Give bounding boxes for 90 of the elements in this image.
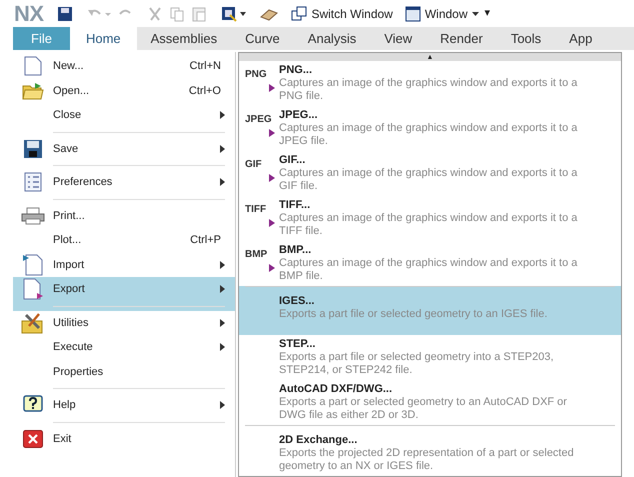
submenu-arrow-icon <box>220 285 225 294</box>
windows-icon <box>291 6 308 22</box>
option-description: Captures an image of the graphics window and exports it to a TIFF file. <box>279 212 578 238</box>
export-option[interactable]: GIF GIF... Captures an image of the graphics window and exports it to a GIF file. <box>239 151 621 196</box>
option-description: Exports the projected 2D representation of a part or selected geometry to an NX or IGES file. <box>279 447 575 473</box>
toolbox-icon <box>21 312 45 334</box>
option-description: Exports a part file or selected geometry to an IGES file. <box>279 308 548 321</box>
option-title: STEP... <box>279 338 316 351</box>
file-menu-item[interactable]: Save <box>13 136 235 170</box>
play-icon <box>269 219 275 227</box>
file-menu-item[interactable]: Utilities <box>13 310 235 335</box>
file-menu-item[interactable]: New... Ctrl+N <box>13 54 235 78</box>
export-option[interactable]: TIFF TIFF... Captures an image of the graphics window and exports it to a TIFF file. <box>239 196 621 241</box>
ribbon-tab[interactable]: Curve <box>231 27 294 50</box>
screen-capture-icon[interactable] <box>221 6 248 22</box>
switch-window-button[interactable]: Switch Window <box>291 4 393 22</box>
ribbon-tab[interactable]: View <box>370 27 426 50</box>
export-option[interactable]: STEP... Exports a part file or selected geometry into a STEP203, STEP214, or STEP242 file. <box>239 335 621 380</box>
format-label: BMP <box>245 250 268 260</box>
page-import-icon <box>23 254 43 276</box>
option-description: Captures an image of the graphics window and exports it to a PNG file. <box>279 77 578 103</box>
play-icon <box>269 264 275 272</box>
submenu-arrow-icon <box>220 343 225 352</box>
file-menu-item[interactable]: Open... Ctrl+O <box>13 78 235 103</box>
folder-icon <box>22 82 44 100</box>
save-icon[interactable] <box>57 6 74 22</box>
file-menu-item[interactable]: Properties <box>13 360 235 393</box>
submenu-arrow-icon <box>220 111 225 120</box>
option-description: Captures an image of the graphics window and exports it to a BMP file. <box>279 257 578 283</box>
option-title: AutoCAD DXF/DWG... <box>279 383 394 396</box>
toolbar-overflow[interactable]: ▾ <box>484 5 491 22</box>
option-title: GIF... <box>279 154 306 167</box>
paste-icon[interactable] <box>191 6 208 22</box>
play-icon <box>269 174 275 182</box>
format-label: TIFF <box>245 205 266 215</box>
copy-icon[interactable] <box>169 6 186 22</box>
window-menu-button[interactable]: Window <box>404 4 479 22</box>
file-menu-item[interactable]: Close <box>13 103 235 136</box>
file-menu-item[interactable]: Export <box>13 277 235 310</box>
cut-icon[interactable] <box>147 6 164 22</box>
submenu-arrow-icon <box>220 178 225 186</box>
format-label: GIF <box>245 160 262 170</box>
exit-icon <box>23 430 43 448</box>
format-label: JPEG <box>245 115 272 125</box>
export-option[interactable]: 2D Exchange... Exports the projected 2D representation of a part or selected geometry to an NX or IGES file. <box>239 425 621 476</box>
export-option[interactable]: PNG PNG... Captures an image of the graphics window and exports it to a PNG file. <box>239 61 621 106</box>
submenu-arrow-icon <box>220 260 225 269</box>
ribbon-tab[interactable]: Analysis <box>294 27 370 50</box>
file-menu-item[interactable]: Import <box>13 252 235 277</box>
submenu-arrow-icon <box>220 401 225 410</box>
option-title: BMP... <box>279 244 312 257</box>
shortcut-label: Ctrl+P <box>190 233 221 248</box>
ribbon-tab[interactable]: Tools <box>496 27 556 50</box>
shortcut-label: Ctrl+N <box>190 59 221 74</box>
option-title: JPEG... <box>279 109 319 122</box>
option-title: TIFF... <box>279 199 312 212</box>
ribbon-tab[interactable]: App <box>555 27 606 50</box>
option-description: Exports a part or selected geometry to an AutoCAD DXF or DWG file as either 2D or 3D. <box>279 396 568 422</box>
file-menu-item[interactable]: Exit <box>13 426 235 451</box>
file-menu-item[interactable]: Print... <box>13 204 235 228</box>
play-icon <box>269 129 275 137</box>
printer-icon <box>21 206 45 225</box>
format-label: PNG <box>245 70 267 80</box>
file-menu-item[interactable]: Help <box>13 393 235 426</box>
export-option[interactable]: JPEG JPEG... Captures an image of the graphics window and exports it to a JPEG file. <box>239 106 621 151</box>
export-option[interactable]: IGES... Exports a part file or selected geometry to an IGES file. <box>239 286 621 335</box>
option-description: Exports a part file or selected geometry into a STEP203, STEP214, or STEP242 file. <box>279 351 555 377</box>
ribbon-tab[interactable]: Render <box>426 27 497 50</box>
list-icon <box>24 172 42 192</box>
submenu-arrow-icon <box>220 318 225 327</box>
submenu-arrow-icon <box>220 144 225 153</box>
option-title: IGES... <box>279 295 316 308</box>
export-option[interactable]: AutoCAD DXF/DWG... Exports a part or selected geometry to an AutoCAD DXF or DWG file as either 2D or 3D. <box>239 380 621 425</box>
option-description: Captures an image of the graphics window and exports it to a JPEG file. <box>279 122 578 148</box>
dropdown-caret-icon <box>472 12 479 16</box>
export-option[interactable]: BMP BMP... Captures an image of the graphics window and exports it to a BMP file. <box>239 241 621 286</box>
file-menu-item[interactable]: Preferences <box>13 170 235 204</box>
option-description: Captures an image of the graphics window and exports it to a GIF file. <box>279 167 578 193</box>
ribbon-tab[interactable]: Assemblies <box>136 27 232 50</box>
file-menu-item[interactable]: Plot... Ctrl+P <box>13 228 235 252</box>
play-icon <box>269 84 275 92</box>
ribbon-tab[interactable]: Home <box>70 27 137 50</box>
page-export-icon <box>23 278 43 300</box>
option-title: PNG... <box>279 64 314 77</box>
window-icon <box>404 6 421 22</box>
shortcut-label: Ctrl+O <box>188 84 221 98</box>
file-menu-item[interactable]: Execute <box>13 335 235 360</box>
option-title: 2D Exchange... <box>279 434 358 447</box>
app-logo: NX <box>14 2 44 24</box>
blank-page-icon <box>24 56 42 76</box>
